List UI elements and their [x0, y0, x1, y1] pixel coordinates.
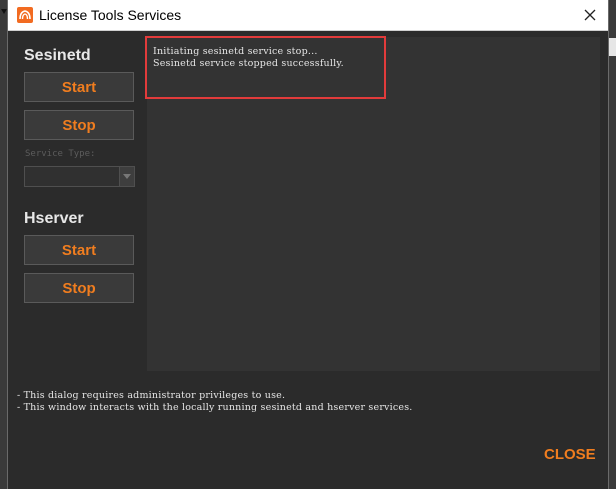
close-button[interactable]: CLOSE [544, 446, 596, 463]
service-type-select[interactable] [24, 166, 135, 187]
dropdown-button[interactable] [119, 167, 134, 186]
admin-note: - This dialog requires administrator pri… [17, 390, 286, 401]
window-title: License Tools Services [39, 7, 182, 23]
sesinetd-stop-button[interactable]: Stop [24, 110, 134, 140]
hserver-heading: Hserver [24, 210, 84, 227]
license-tools-dialog: License Tools Services Sesinetd Start St… [7, 0, 609, 489]
hserver-stop-button[interactable]: Stop [24, 273, 134, 303]
highlight-box [145, 36, 386, 99]
chevron-down-icon [123, 174, 131, 179]
close-icon[interactable] [580, 5, 600, 25]
services-note: - This window interacts with the locally… [17, 402, 413, 413]
sesinetd-start-button[interactable]: Start [24, 72, 134, 102]
houdini-logo-icon [17, 7, 33, 23]
service-type-label: Service Type: [25, 149, 96, 159]
hserver-start-button[interactable]: Start [24, 235, 134, 265]
title-bar: License Tools Services [8, 0, 608, 31]
sesinetd-heading: Sesinetd [24, 47, 91, 64]
